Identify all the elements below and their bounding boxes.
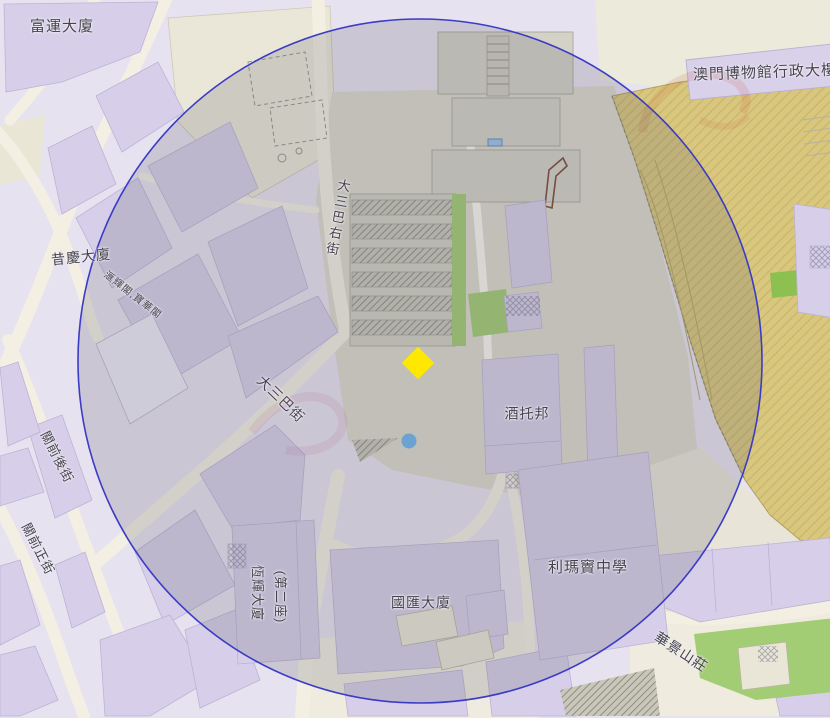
map-viewport[interactable]: 富運大廈昔慶大廈滙輝閣,寶華閣大三巴右街大三巴街澳門博物館行政大樓酒托邦利瑪竇中… bbox=[0, 0, 830, 718]
poi-dot[interactable] bbox=[402, 434, 417, 449]
